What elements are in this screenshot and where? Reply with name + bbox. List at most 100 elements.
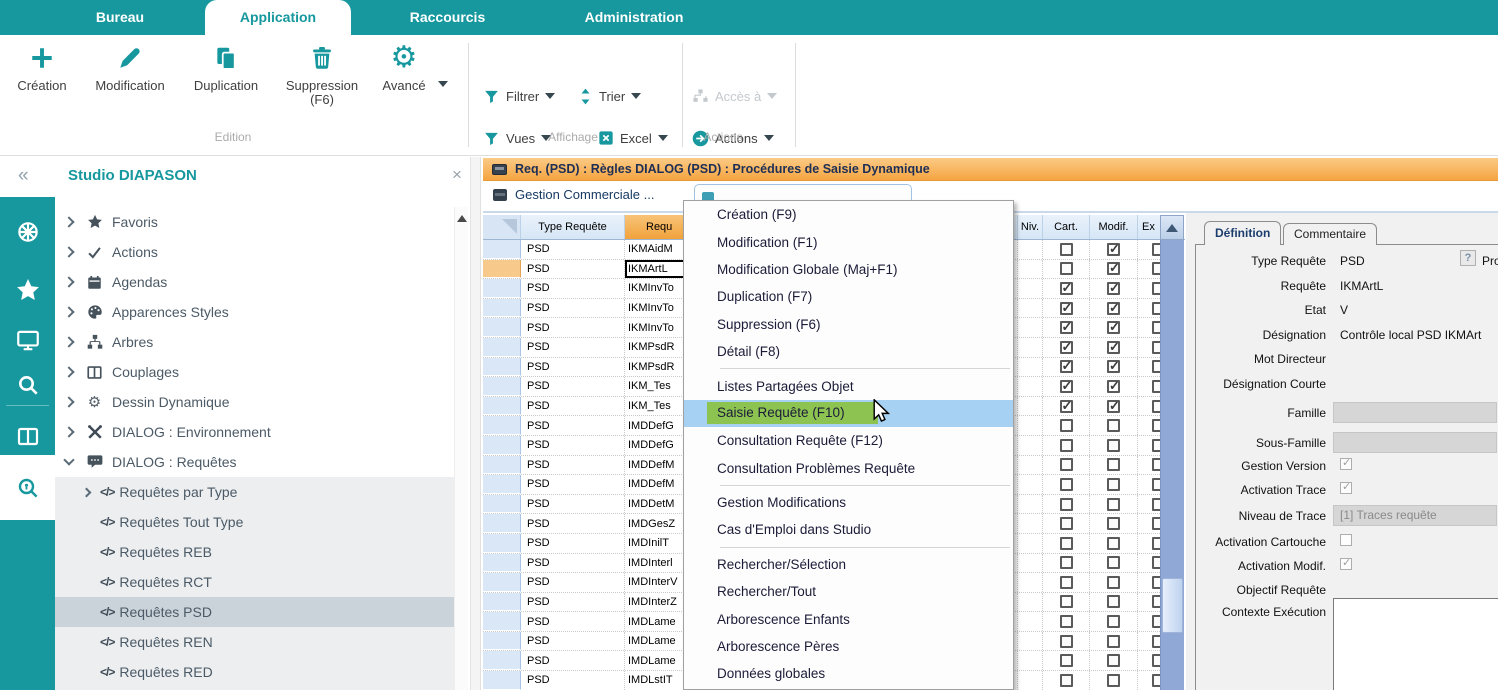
cell-niv[interactable] [1018,240,1043,259]
tree-child-item[interactable]: </> Requêtes Tout Type [55,507,454,537]
cell-type[interactable]: PSD [521,416,625,435]
cell-ex[interactable] [1138,260,1160,279]
tree-child-item[interactable]: </> Requêtes RCT [55,567,454,597]
cell-ex[interactable] [1138,358,1160,377]
modif-checkbox[interactable] [1107,576,1120,589]
modif-checkbox[interactable] [1107,243,1120,256]
cell-modif[interactable] [1090,573,1138,592]
chevron-right-icon[interactable] [82,487,92,497]
cartouche-checkbox[interactable] [1060,341,1073,354]
cell-niv[interactable] [1018,416,1043,435]
modif-checkbox[interactable] [1107,360,1120,373]
cell-modif[interactable] [1090,397,1138,416]
context-menu-item[interactable]: Arborescence Pères [684,633,1013,660]
ex-checkbox[interactable] [1152,556,1160,569]
scroll-up-button[interactable] [1160,215,1184,240]
row-selector[interactable] [483,554,521,573]
cell-modif[interactable] [1090,495,1138,514]
sous-famille-input[interactable] [1333,432,1497,453]
ex-checkbox[interactable] [1152,595,1160,608]
cell-modif[interactable] [1090,260,1138,279]
row-selector[interactable] [483,240,521,259]
tree-scrollbar[interactable] [454,207,468,690]
cell-ex[interactable] [1138,240,1160,259]
cell-ex[interactable] [1138,416,1160,435]
cell-type[interactable]: PSD [521,338,625,357]
cell-niv[interactable] [1018,318,1043,337]
cell-cartouche[interactable] [1043,397,1090,416]
scrollbar-track[interactable] [1160,240,1184,690]
row-selector[interactable] [483,318,521,337]
modif-checkbox[interactable] [1107,419,1120,432]
window-titlebar[interactable]: Req. (PSD) : Règles DIALOG (PSD) : Procé… [483,158,1498,181]
cell-type[interactable]: PSD [521,534,625,553]
cell-niv[interactable] [1018,338,1043,357]
ex-checkbox[interactable] [1152,635,1160,648]
row-selector[interactable] [483,456,521,475]
trier-button[interactable]: Trier [578,85,641,107]
chevron-down-icon[interactable] [658,135,668,141]
ex-checkbox[interactable] [1152,380,1160,393]
cell-modif[interactable] [1090,593,1138,612]
cell-cartouche[interactable] [1043,612,1090,631]
ex-checkbox[interactable] [1152,458,1160,471]
chevron-right-icon[interactable] [63,306,74,317]
cell-cartouche[interactable] [1043,534,1090,553]
cell-modif[interactable] [1090,671,1138,690]
activation-cartouche-checkbox[interactable] [1340,534,1352,546]
cell-modif[interactable] [1090,240,1138,259]
cell-niv[interactable] [1018,651,1043,670]
cartouche-checkbox[interactable] [1060,321,1073,334]
chevron-right-icon[interactable] [63,246,74,257]
cell-ex[interactable] [1138,671,1160,690]
cell-cartouche[interactable] [1043,260,1090,279]
tab-commentaire[interactable]: Commentaire [1283,223,1377,245]
ex-checkbox[interactable] [1152,537,1160,550]
ex-checkbox[interactable] [1152,282,1160,295]
cell-cartouche[interactable] [1043,651,1090,670]
duplication-button[interactable]: Duplication [183,41,269,93]
context-menu-item[interactable]: Suppression (F6) [684,311,1013,338]
cell-type[interactable]: PSD [521,397,625,416]
cell-type[interactable]: PSD [521,514,625,533]
tab-gestion-commerciale[interactable]: Gestion Commerciale ... [493,187,654,202]
cell-niv[interactable] [1018,593,1043,612]
cell-ex[interactable] [1138,495,1160,514]
cartouche-checkbox[interactable] [1060,458,1073,471]
context-menu-item[interactable]: Arborescence Enfants [684,605,1013,632]
modif-checkbox[interactable] [1107,478,1120,491]
select-all-corner[interactable] [483,215,521,239]
ex-checkbox[interactable] [1152,517,1160,530]
activation-trace-checkbox[interactable] [1340,482,1352,494]
cell-modif[interactable] [1090,318,1138,337]
cell-ex[interactable] [1138,651,1160,670]
cell-type[interactable]: PSD [521,318,625,337]
cell-niv[interactable] [1018,573,1043,592]
tree-item-couplages[interactable]: Couplages [55,357,454,387]
cell-type[interactable]: PSD [521,358,625,377]
cell-modif[interactable] [1090,377,1138,396]
cell-modif[interactable] [1090,299,1138,318]
scroll-up-icon[interactable] [457,215,467,222]
chevron-right-icon[interactable] [63,336,74,347]
cell-cartouche[interactable] [1043,279,1090,298]
chevron-right-icon[interactable] [63,276,74,287]
modif-checkbox[interactable] [1107,262,1120,275]
context-menu-item[interactable] [684,365,1013,372]
context-menu-item[interactable]: Consultation Requête (F12) [684,427,1013,454]
table-scrollbar[interactable] [1160,215,1184,690]
modif-checkbox[interactable] [1107,458,1120,471]
cell-niv[interactable] [1018,436,1043,455]
cell-ex[interactable] [1138,534,1160,553]
tree-item-dessin-dynamique[interactable]: ⚙ Dessin Dynamique [55,387,454,417]
cell-niv[interactable] [1018,397,1043,416]
niveau-trace-input[interactable]: [1] Traces requête [1333,505,1497,526]
cell-modif[interactable] [1090,612,1138,631]
cartouche-checkbox[interactable] [1060,635,1073,648]
modif-checkbox[interactable] [1107,302,1120,315]
modif-checkbox[interactable] [1107,321,1120,334]
context-menu-item[interactable] [684,544,1013,551]
tree-item-agendas[interactable]: Agendas [55,267,454,297]
cell-niv[interactable] [1018,279,1043,298]
modif-checkbox[interactable] [1107,498,1120,511]
